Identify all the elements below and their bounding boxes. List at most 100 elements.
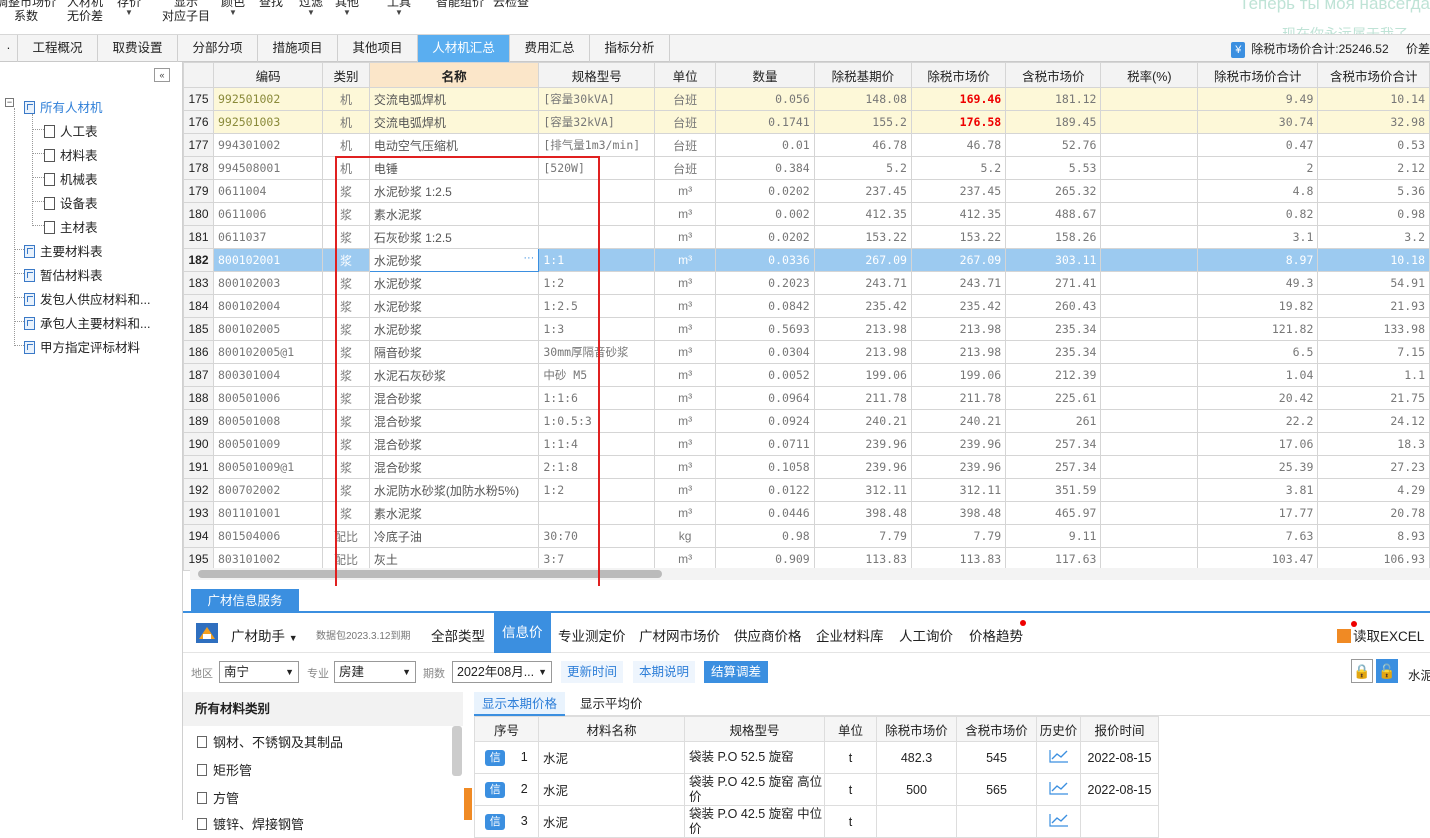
market-sum-cell[interactable]: 7.63 (1197, 524, 1319, 548)
code-cell[interactable]: 0611004 (212, 179, 324, 203)
tax-rate-cell[interactable] (1100, 271, 1199, 295)
base-price-cell[interactable]: 213.98 (813, 340, 912, 364)
market-price-cell[interactable]: 398.48 (910, 501, 1007, 525)
tree-item-equipment[interactable]: 设备表 (44, 193, 98, 212)
unit-cell[interactable]: m³ (654, 317, 717, 341)
tab-current-price[interactable]: 显示本期价格 (474, 692, 566, 716)
column-header[interactable]: 单位 (654, 62, 717, 88)
market-price-cell[interactable]: 237.45 (910, 179, 1007, 203)
quote-date-cell[interactable]: 2022-08-15 (1080, 773, 1159, 806)
market-sum-cell[interactable]: 9.49 (1197, 87, 1319, 111)
lock-icon[interactable]: 🔒 (1351, 659, 1373, 683)
quantity-cell[interactable]: 0.0304 (715, 340, 815, 364)
taxed-sum-cell[interactable]: 2.12 (1317, 156, 1430, 180)
taxed-price-cell[interactable]: 225.61 (1005, 386, 1102, 410)
tree-item-machinery[interactable]: 机械表 (44, 169, 98, 188)
category-item[interactable]: 镀锌、焊接钢管 (197, 814, 304, 833)
spec-cell[interactable]: [排气量1m3/min] (538, 133, 656, 157)
code-cell[interactable]: 800102003 (212, 271, 324, 295)
unit-cell[interactable]: m³ (654, 271, 717, 295)
code-cell[interactable]: 800501009@1 (212, 455, 324, 479)
menu-labor-inquiry[interactable]: 人工询价 (899, 625, 953, 645)
code-cell[interactable]: 800501006 (212, 386, 324, 410)
base-price-cell[interactable]: 7.79 (813, 524, 912, 548)
column-header[interactable] (183, 62, 214, 88)
taxed-price-cell[interactable]: 212.39 (1005, 363, 1102, 387)
taxed-sum-cell[interactable]: 32.98 (1317, 110, 1430, 134)
market-sum-cell[interactable]: 17.77 (1197, 501, 1319, 525)
row-number[interactable]: 181 (183, 225, 214, 249)
quantity-cell[interactable]: 0.056 (715, 87, 815, 111)
taxed-price-cell[interactable]: 9.11 (1005, 524, 1102, 548)
taxed-sum-cell[interactable]: 3.2 (1317, 225, 1430, 249)
unit-cell[interactable]: 台班 (654, 156, 717, 180)
material-name-cell[interactable]: 水泥 (538, 805, 685, 838)
unit-cell[interactable]: m³ (654, 386, 717, 410)
market-price-cell[interactable]: 243.71 (910, 271, 1007, 295)
tax-rate-cell[interactable] (1100, 501, 1199, 525)
market-sum-cell[interactable]: 8.97 (1197, 248, 1319, 272)
market-price-cell[interactable]: 213.98 (910, 317, 1007, 341)
market-sum-cell[interactable]: 17.06 (1197, 432, 1319, 456)
column-header[interactable]: 除税市场价合计 (1197, 62, 1319, 88)
column-header[interactable]: 数量 (715, 62, 815, 88)
price-diff-label[interactable]: 价差 (1406, 42, 1430, 56)
quantity-cell[interactable]: 0.0052 (715, 363, 815, 387)
trend-chart-icon[interactable] (1048, 813, 1069, 827)
material-name-cell[interactable]: 水泥 (538, 741, 685, 774)
market-sum-cell[interactable]: 20.42 (1197, 386, 1319, 410)
history-cell[interactable] (1036, 741, 1081, 774)
row-number[interactable]: 175 (183, 87, 214, 111)
market-price-cell[interactable]: 500 (876, 773, 957, 806)
quantity-cell[interactable]: 0.384 (715, 156, 815, 180)
taxed-sum-cell[interactable]: 24.12 (1317, 409, 1430, 433)
trend-chart-icon[interactable] (1048, 749, 1069, 763)
unit-cell[interactable]: t (824, 805, 877, 838)
panel-resize-handle[interactable] (464, 788, 472, 820)
assistant-dropdown[interactable]: 广材助手 ▼ (231, 625, 298, 645)
market-price-cell[interactable]: 5.2 (910, 156, 1007, 180)
category-item[interactable]: 矩形管 (197, 760, 252, 779)
market-price-cell[interactable]: 267.09 (910, 248, 1007, 272)
taxed-price-cell[interactable]: 52.76 (1005, 133, 1102, 157)
market-sum-cell[interactable]: 4.8 (1197, 179, 1319, 203)
period-note-button[interactable]: 本期说明 (633, 661, 696, 683)
code-cell[interactable]: 800301004 (212, 363, 324, 387)
quantity-cell[interactable]: 0.0924 (715, 409, 815, 433)
base-price-cell[interactable]: 213.98 (813, 317, 912, 341)
base-price-cell[interactable]: 312.11 (813, 478, 912, 502)
read-excel-button[interactable]: 读取EXCEL (1337, 625, 1424, 645)
code-cell[interactable]: 800501009 (212, 432, 324, 456)
tree-item-material[interactable]: 材料表 (44, 145, 98, 164)
taxed-sum-cell[interactable]: 10.14 (1317, 87, 1430, 111)
market-price-cell[interactable]: 239.96 (910, 455, 1007, 479)
row-number[interactable]: 186 (183, 340, 214, 364)
quantity-cell[interactable]: 0.0336 (715, 248, 815, 272)
unit-cell[interactable]: m³ (654, 455, 717, 479)
name-cell[interactable]: 电动空气压缩机 (368, 133, 540, 157)
taxed-sum-cell[interactable]: 21.75 (1317, 386, 1430, 410)
column-header[interactable]: 税率(%) (1100, 62, 1199, 88)
column-header[interactable]: 含税市场价合计 (1317, 62, 1430, 88)
market-sum-cell[interactable]: 3.1 (1197, 225, 1319, 249)
market-sum-cell[interactable]: 25.39 (1197, 455, 1319, 479)
ribbon-cloud-check[interactable]: 云检查 (490, 0, 532, 9)
ribbon-color[interactable]: 颜色 ▼ (218, 0, 248, 17)
column-header[interactable]: 材料名称 (538, 716, 685, 742)
base-price-cell[interactable]: 148.08 (813, 87, 912, 111)
row-number[interactable]: 185 (183, 317, 214, 341)
code-cell[interactable]: 800102004 (212, 294, 324, 318)
market-sum-cell[interactable]: 3.81 (1197, 478, 1319, 502)
unit-cell[interactable]: m³ (654, 294, 717, 318)
taxed-price-cell[interactable] (956, 805, 1037, 838)
taxed-sum-cell[interactable]: 7.15 (1317, 340, 1430, 364)
quantity-cell[interactable]: 0.0711 (715, 432, 815, 456)
category-item[interactable]: 方管 (197, 788, 239, 807)
ribbon-no-diff[interactable]: 人材机 无价差 (62, 0, 108, 23)
row-number[interactable]: 179 (183, 179, 214, 203)
type-cell[interactable]: 机 (322, 133, 370, 157)
spec-cell[interactable]: [容量30kVA] (538, 87, 656, 111)
market-sum-cell[interactable]: 19.82 (1197, 294, 1319, 318)
ribbon-filter[interactable]: 过滤 ▼ (296, 0, 326, 17)
code-cell[interactable]: 800702002 (212, 478, 324, 502)
